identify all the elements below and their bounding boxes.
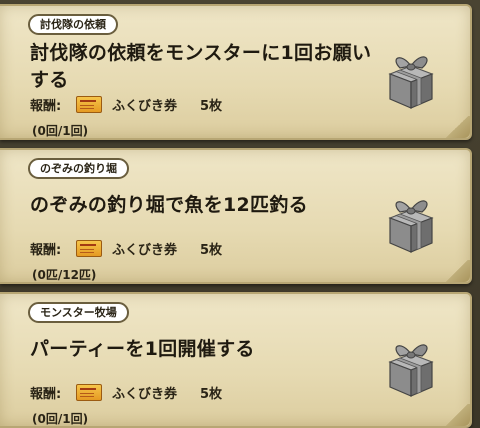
reward-quantity: 5枚 [200,98,223,114]
mission-title: のぞみの釣り堀で魚を12匹釣る [30,194,308,216]
reward-quantity: 5枚 [200,242,223,258]
mission-card[interactable]: 討伐隊の依頼 討伐隊の依頼をモンスターに1回お願いする 報酬: ふくびき券 5枚… [0,4,472,140]
ticket-icon [76,239,102,257]
mission-progress: (0回/1回) [32,412,89,426]
reward-name: ふくびき券 [112,242,178,258]
mission-list: 討伐隊の依頼 討伐隊の依頼をモンスターに1回お願いする 報酬: ふくびき券 5枚… [0,0,480,428]
gift-box-icon[interactable] [376,44,446,114]
mission-category-badge: のぞみの釣り堀 [28,158,129,179]
reward-label: 報酬: [30,98,62,114]
reward-label: 報酬: [30,386,62,402]
reward-name: ふくびき券 [112,386,178,402]
mission-title: パーティーを1回開催する [30,338,255,360]
mission-progress: (0匹/12匹) [32,268,97,282]
mission-card[interactable]: のぞみの釣り堀 のぞみの釣り堀で魚を12匹釣る 報酬: ふくびき券 5枚 (0匹… [0,148,472,284]
reward-name: ふくびき券 [112,98,178,114]
gift-box-icon[interactable] [376,332,446,402]
mission-title: 討伐隊の依頼をモンスターに1回お願いする [30,42,372,91]
mission-progress: (0回/1回) [32,124,89,138]
mission-card[interactable]: モンスター牧場 パーティーを1回開催する 報酬: ふくびき券 5枚 (0回/1回… [0,292,472,428]
ticket-icon [76,383,102,401]
ticket-icon [76,95,102,113]
reward-quantity: 5枚 [200,386,223,402]
mission-reward: 報酬: ふくびき券 5枚 [30,382,222,402]
mission-category-badge: 討伐隊の依頼 [28,14,118,35]
mission-reward: 報酬: ふくびき券 5枚 [30,238,222,258]
mission-reward: 報酬: ふくびき券 5枚 [30,94,222,114]
reward-label: 報酬: [30,242,62,258]
mission-category-badge: モンスター牧場 [28,302,129,323]
gift-box-icon[interactable] [376,188,446,258]
